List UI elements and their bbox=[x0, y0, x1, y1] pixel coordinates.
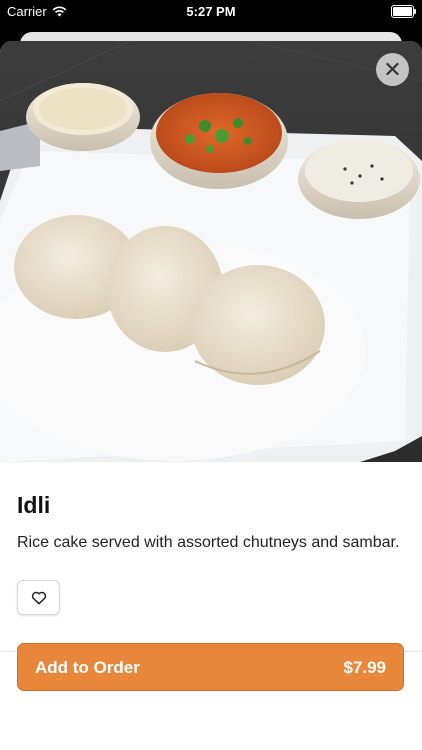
item-photo: ✕ bbox=[0, 41, 422, 462]
item-description: Rice cake served with assorted chutneys … bbox=[17, 534, 400, 551]
heart-icon bbox=[31, 591, 46, 604]
status-time: 5:27 PM bbox=[186, 4, 236, 19]
favorite-button[interactable] bbox=[17, 580, 60, 615]
add-to-order-label: Add to Order bbox=[35, 658, 140, 677]
status-bar: Carrier 5:27 PM bbox=[0, 0, 422, 24]
item-info: Idli Rice cake served with assorted chut… bbox=[0, 462, 422, 615]
idli-plate-illustration bbox=[0, 41, 422, 462]
battery-icon bbox=[391, 5, 416, 18]
order-price: $7.99 bbox=[343, 658, 386, 677]
close-icon: ✕ bbox=[383, 56, 402, 82]
add-to-order-button[interactable]: Add to Order $7.99 bbox=[17, 643, 404, 691]
item-title: Idli bbox=[17, 492, 51, 518]
close-button[interactable]: ✕ bbox=[376, 53, 409, 86]
